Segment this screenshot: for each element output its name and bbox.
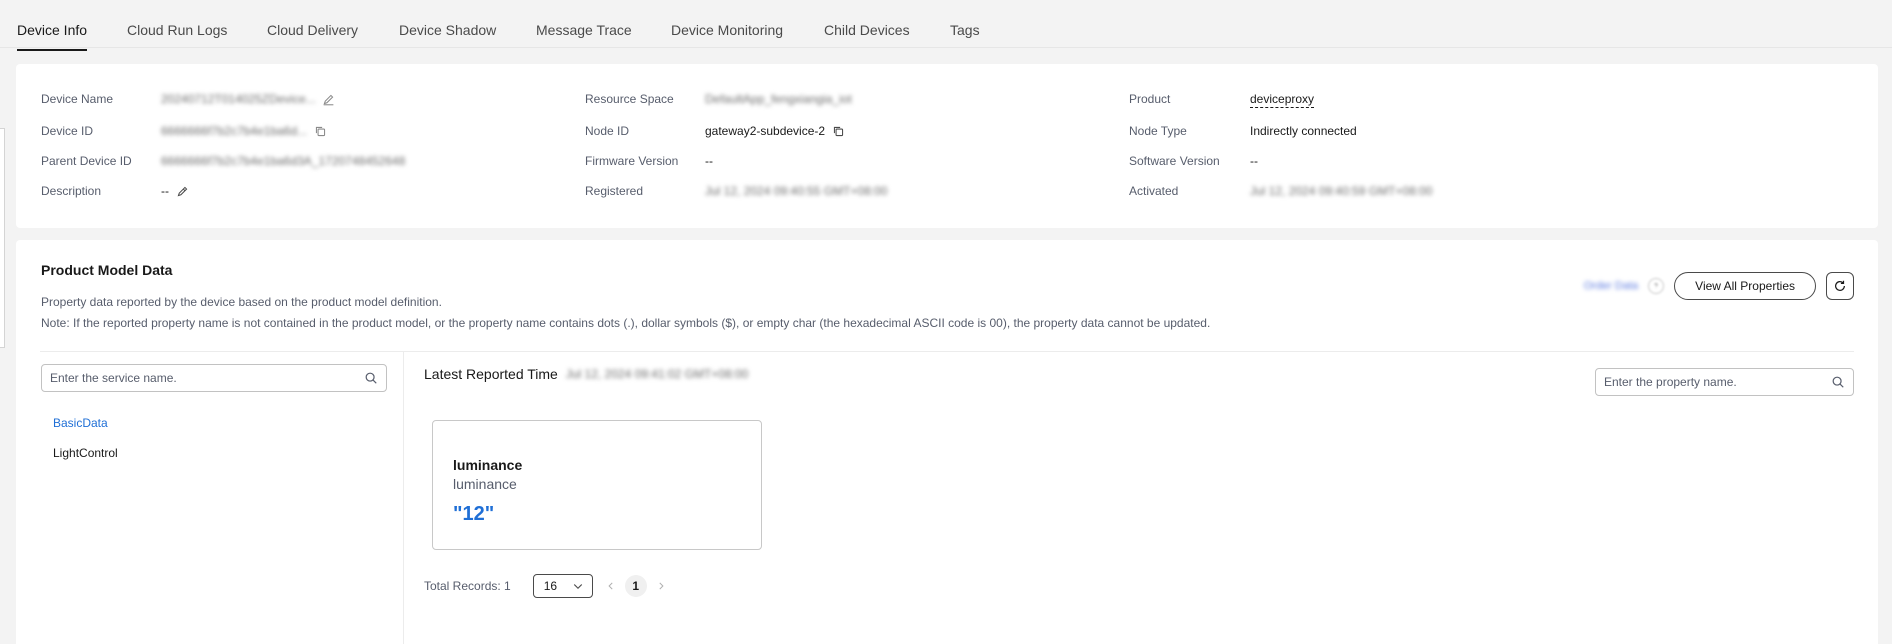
firmware-version-label: Firmware Version	[585, 154, 679, 168]
service-search[interactable]	[41, 364, 387, 392]
model-note: Note: If the reported property name is n…	[41, 316, 1211, 330]
resource-space-text: DefaultApp_fengxiangia_iot	[705, 92, 852, 106]
service-item-lightcontrol[interactable]: LightControl	[53, 446, 118, 460]
tab-device-shadow[interactable]: Device Shadow	[399, 22, 496, 38]
device-name-label: Device Name	[41, 92, 114, 106]
side-drawer-handle[interactable]	[0, 128, 5, 348]
search-icon[interactable]	[364, 371, 378, 385]
product-value: deviceproxy	[1250, 92, 1315, 108]
edit-description-icon[interactable]	[175, 184, 189, 198]
tab-cloud-delivery[interactable]: Cloud Delivery	[267, 22, 358, 38]
device-name-text: 20240712T014025ZDevice...	[161, 92, 316, 106]
property-search-input[interactable]	[1604, 375, 1831, 389]
activated-text: Jul 12, 2024 09:40:59 GMT+08:00	[1250, 184, 1433, 198]
node-type-value: Indirectly connected	[1250, 124, 1357, 138]
description-text: --	[161, 184, 169, 198]
copy-node-id-icon[interactable]	[831, 124, 845, 138]
resource-space-value: DefaultApp_fengxiangia_iot	[705, 92, 852, 106]
registered-text: Jul 12, 2024 09:40:55 GMT+08:00	[705, 184, 888, 198]
node-id-label: Node ID	[585, 124, 630, 138]
next-page-button[interactable]	[653, 578, 669, 594]
registered-label: Registered	[585, 184, 644, 198]
activated-label: Activated	[1129, 184, 1179, 198]
latest-reported-value: Jul 12, 2024 09:41:02 GMT+08:00	[565, 367, 749, 381]
tab-device-monitoring[interactable]: Device Monitoring	[671, 22, 783, 38]
device-id-label: Device ID	[41, 124, 94, 138]
tab-child-devices[interactable]: Child Devices	[824, 22, 910, 38]
refresh-button[interactable]	[1826, 272, 1854, 300]
tab-device-info[interactable]: Device Info	[17, 22, 88, 51]
property-description: luminance	[453, 476, 517, 492]
service-item-basicdata[interactable]: BasicData	[53, 416, 108, 430]
parent-device-id-text: 6666666f7b2c7b4e1ba6d3A_1720748452648	[161, 154, 406, 168]
chevron-right-icon	[659, 582, 664, 590]
model-description: Property data reported by the device bas…	[41, 295, 442, 309]
device-id-text: 6666666f7b2c7b4e1ba6d...	[161, 124, 308, 138]
software-version-label: Software Version	[1129, 154, 1220, 168]
copy-icon[interactable]	[313, 124, 327, 138]
node-type-label: Node Type	[1129, 124, 1187, 138]
prev-page-button[interactable]	[603, 578, 619, 594]
column-divider	[403, 352, 404, 644]
help-icon[interactable]	[1648, 278, 1665, 294]
section-title: Product Model Data	[41, 262, 173, 278]
device-info-card: Device Name 20240712T014025ZDevice... De…	[16, 64, 1878, 228]
page-size-value: 16	[543, 579, 558, 593]
service-search-input[interactable]	[50, 371, 364, 385]
pagination: Total Records: 1 16 1	[424, 574, 669, 598]
activated-value: Jul 12, 2024 09:40:59 GMT+08:00	[1250, 184, 1432, 198]
parent-device-id-label: Parent Device ID	[41, 154, 132, 168]
total-records: Total Records: 1	[424, 579, 511, 593]
property-search[interactable]	[1595, 368, 1854, 396]
node-id-text: gateway2-subdevice-2	[705, 124, 826, 138]
section-divider	[40, 351, 1854, 352]
chevron-left-icon	[608, 582, 613, 590]
product-link[interactable]: deviceproxy	[1250, 92, 1315, 108]
tab-cloud-run-logs[interactable]: Cloud Run Logs	[127, 22, 227, 38]
tab-tags[interactable]: Tags	[950, 22, 980, 38]
device-id-value: 6666666f7b2c7b4e1ba6d...	[161, 124, 327, 138]
page-size-select[interactable]: 16	[532, 574, 593, 598]
model-toolbar: Order Data View All Properties	[1584, 272, 1854, 300]
edit-icon[interactable]	[322, 92, 336, 106]
page-number-1[interactable]: 1	[624, 575, 647, 597]
chevron-down-icon	[573, 584, 582, 590]
property-card[interactable]: luminance luminance "12"	[432, 420, 762, 550]
search-icon[interactable]	[1831, 375, 1845, 389]
description-label: Description	[41, 184, 102, 198]
software-version-value: --	[1250, 154, 1258, 168]
view-all-properties-button[interactable]: View All Properties	[1674, 272, 1816, 300]
property-value: "12"	[453, 503, 495, 525]
order-data-link[interactable]: Order Data	[1584, 280, 1638, 292]
property-name: luminance	[453, 457, 523, 473]
latest-reported-time: Latest Reported Time Jul 12, 2024 09:41:…	[424, 366, 748, 382]
resource-space-label: Resource Space	[585, 92, 674, 106]
device-name-value: 20240712T014025ZDevice...	[161, 92, 336, 106]
firmware-version-value: --	[705, 154, 713, 168]
tab-message-trace[interactable]: Message Trace	[536, 22, 632, 38]
refresh-icon	[1835, 280, 1845, 291]
tab-bar: Device Info Cloud Run Logs Cloud Deliver…	[0, 4, 1892, 51]
registered-value: Jul 12, 2024 09:40:55 GMT+08:00	[705, 184, 887, 198]
product-model-card: Product Model Data Property data reporte…	[16, 240, 1878, 644]
description-value: --	[161, 184, 189, 198]
latest-reported-label: Latest Reported Time	[424, 366, 558, 382]
node-id-value: gateway2-subdevice-2	[705, 124, 845, 138]
product-label: Product	[1129, 92, 1171, 106]
parent-device-id-value: 6666666f7b2c7b4e1ba6d3A_1720748452648	[161, 154, 405, 168]
